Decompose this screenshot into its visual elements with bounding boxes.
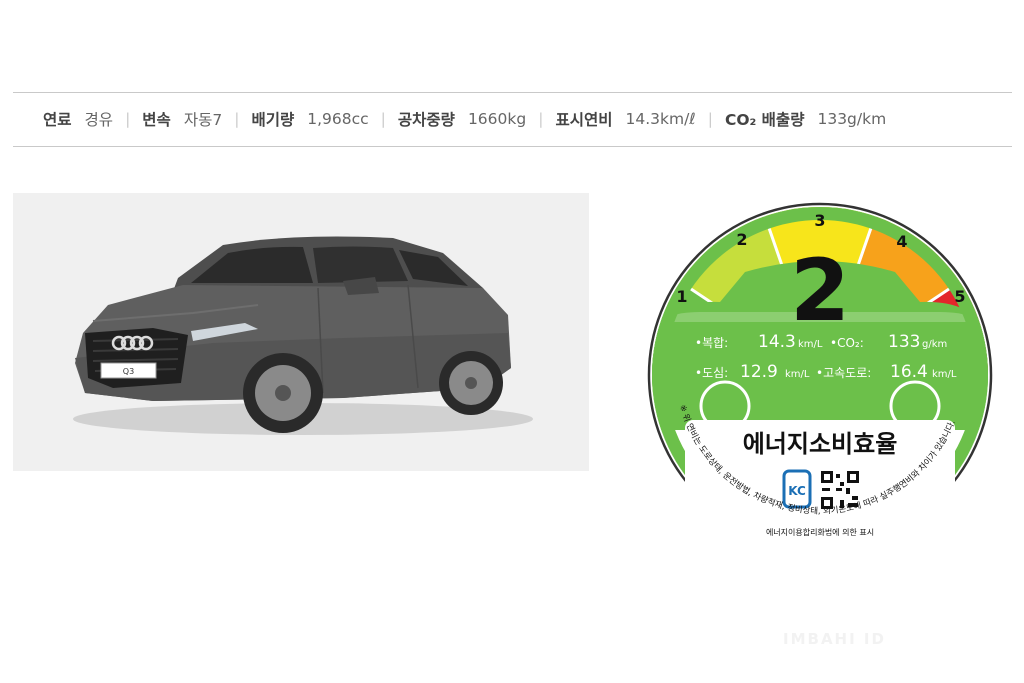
- highway-value: 16.4: [890, 362, 928, 382]
- city-unit: km/L: [785, 369, 810, 380]
- spec-displacement-label: 배기량: [251, 111, 295, 129]
- spec-divider: |: [538, 110, 544, 128]
- combined-unit: km/L: [798, 339, 823, 350]
- spec-divider: |: [125, 110, 131, 128]
- highway-unit: km/L: [932, 369, 957, 380]
- city-label: •도심:: [695, 366, 728, 380]
- spec-efficiency-label: 표시연비: [555, 111, 613, 129]
- car-illustration: Q3: [73, 236, 533, 435]
- label-footer: 에너지이용합리화법에 의한 표시: [766, 527, 874, 537]
- highway-label: •고속도로:: [816, 366, 871, 380]
- combined-label: •복합:: [695, 336, 728, 350]
- spec-co2-value: 133g/km: [817, 110, 887, 128]
- car-image-panel: Q3: [13, 193, 589, 471]
- grade-scale-5: 5: [954, 287, 965, 306]
- spec-transmission-value: 자동7: [183, 111, 223, 129]
- label-title: 에너지소비효율: [743, 430, 898, 458]
- co2-label: •CO₂:: [830, 336, 864, 350]
- spec-weight-value: 1660kg: [467, 110, 527, 128]
- combined-value: 14.3: [758, 332, 796, 352]
- energy-label-graphic: 1 2 3 4 5 2 •복합: 14.3 km/L •CO₂: 133 g/k…: [647, 202, 993, 550]
- spec-weight-label: 공차중량: [397, 111, 455, 129]
- energy-efficiency-label: 1 2 3 4 5 2 •복합: 14.3 km/L •CO₂: 133 g/k…: [630, 190, 1010, 580]
- city-value: 12.9: [740, 362, 778, 382]
- grade-scale-4: 4: [896, 232, 907, 251]
- spec-row: 연료 경유 | 변속 자동7 | 배기량 1,968cc | 공차중량 1660…: [43, 108, 886, 130]
- grade-number: 2: [790, 241, 850, 341]
- grade-scale-2: 2: [736, 230, 747, 249]
- spec-divider: |: [707, 110, 713, 128]
- spec-bar: 연료 경유 | 변속 자동7 | 배기량 1,968cc | 공차중량 1660…: [13, 92, 1012, 147]
- watermark: IMBAHI ID: [783, 630, 886, 648]
- co2-value: 133: [888, 332, 920, 352]
- co2-unit: g/km: [922, 339, 947, 350]
- spec-displacement-value: 1,968cc: [307, 110, 369, 128]
- spec-transmission-label: 변속: [142, 111, 171, 129]
- grade-scale-1: 1: [676, 287, 687, 306]
- spec-fuel-value: 경유: [84, 111, 114, 129]
- spec-divider: |: [380, 110, 386, 128]
- spec-divider: |: [234, 110, 240, 128]
- spec-co2-label: CO₂ 배출량: [724, 111, 805, 129]
- car-plate-text: Q3: [123, 367, 134, 376]
- spec-efficiency-value: 14.3km/ℓ: [625, 110, 696, 128]
- kc-mark-text: KC: [788, 484, 806, 498]
- grade-scale-3: 3: [814, 211, 825, 230]
- spec-fuel-label: 연료: [43, 111, 72, 129]
